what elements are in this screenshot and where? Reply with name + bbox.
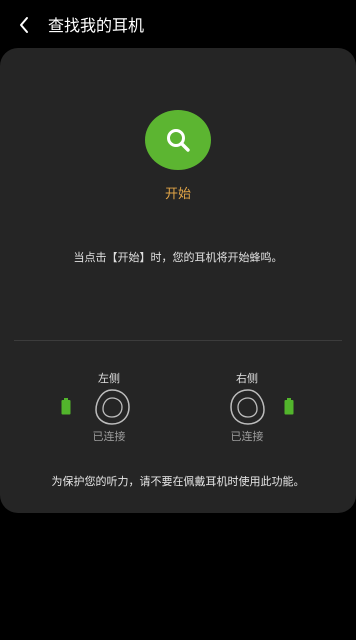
- search-icon: [167, 129, 190, 152]
- instruction-text: 当点击【开始】时，您的耳机将开始蜂鸣。: [73, 251, 283, 264]
- right-earbud-icon: [227, 386, 269, 428]
- right-status-text: 已连接: [230, 430, 264, 443]
- page-title: 查找我的耳机: [48, 16, 145, 35]
- top-bar: 查找我的耳机: [0, 0, 356, 52]
- right-battery-icon: [284, 398, 294, 415]
- chevron-left-icon: [20, 17, 28, 33]
- left-earbud-label: 左侧: [98, 372, 120, 385]
- start-label[interactable]: 开始: [128, 183, 228, 202]
- back-button[interactable]: [14, 14, 36, 36]
- left-battery-icon: [61, 398, 71, 415]
- left-earbud-icon: [91, 386, 133, 428]
- start-button[interactable]: [145, 110, 211, 170]
- divider: [14, 340, 342, 341]
- find-earbuds-card: 开始 当点击【开始】时，您的耳机将开始蜂鸣。 左侧 已连接 右侧 已连接 为保护…: [0, 48, 356, 513]
- left-status-text: 已连接: [92, 430, 126, 443]
- right-earbud-label: 右侧: [236, 372, 258, 385]
- warning-text: 为保护您的听力，请不要在佩戴耳机时使用此功能。: [51, 475, 305, 488]
